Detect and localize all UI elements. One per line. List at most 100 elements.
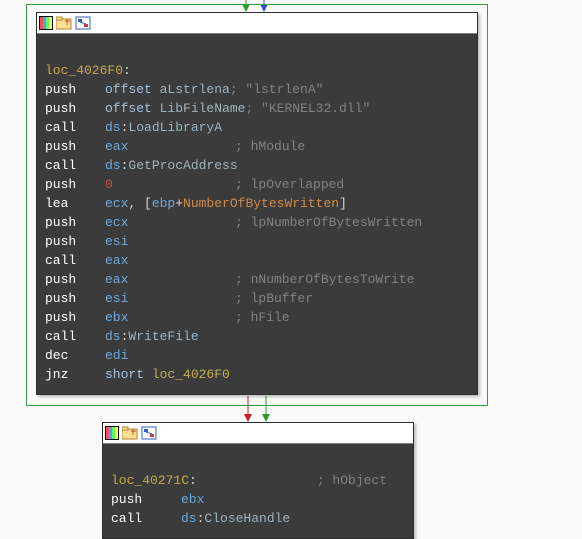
blank-line: [111, 452, 405, 471]
instruction-line: pushecx ; lpNumberOfBytesWritten: [45, 213, 469, 232]
comment: ; nNumberOfBytesToWrite: [235, 272, 414, 287]
blank-line: [45, 42, 469, 61]
mnemonic: call: [45, 156, 105, 175]
comment: ; "KERNEL32.dll": [245, 101, 370, 116]
instruction-line: pusheax ; nNumberOfBytesToWrite: [45, 270, 469, 289]
operand-token: WriteFile: [128, 329, 198, 344]
operand-token: offset: [105, 82, 160, 97]
mnemonic: call: [45, 118, 105, 137]
operands: ds:CloseHandle: [181, 509, 290, 528]
operand-token: eax: [105, 272, 128, 287]
operand-token: ds: [105, 329, 121, 344]
instruction-line: pushebx ; hFile: [45, 308, 469, 327]
mnemonic: push: [45, 137, 105, 156]
disassembly-body: loc_4026F0:pushoffset aLstrlena; "lstrle…: [37, 34, 477, 394]
graph-canvas[interactable]: loc_4026F0:pushoffset aLstrlena; "lstrle…: [0, 0, 582, 522]
operand-token: ebx: [105, 310, 128, 325]
operands: ebx: [105, 308, 235, 327]
comment: ; lpBuffer: [235, 291, 313, 306]
mnemonic: jnz: [45, 365, 105, 384]
operands: offset LibFileName: [105, 99, 245, 118]
operands: esi: [105, 289, 235, 308]
operand-token: short: [105, 367, 152, 382]
mnemonic: push: [45, 175, 105, 194]
mnemonic: dec: [45, 346, 105, 365]
mnemonic: push: [45, 99, 105, 118]
folder-icon[interactable]: [122, 426, 138, 440]
operand-token: ebx: [181, 492, 204, 507]
palette-icon[interactable]: [105, 426, 119, 440]
operand-token: CloseHandle: [204, 511, 290, 526]
operand-token: NumberOfBytesWritten: [183, 196, 339, 211]
instruction-line: leaecx, [ebp+NumberOfBytesWritten]: [45, 194, 469, 213]
operands: ecx, [ebp+NumberOfBytesWritten]: [105, 194, 347, 213]
location-label: loc_4026F0: [45, 63, 123, 78]
comment: ; lpNumberOfBytesWritten: [235, 215, 422, 230]
instruction-line: callds:CloseHandle: [111, 509, 405, 528]
operand-token: aLstrlena: [160, 82, 230, 97]
operand-token: offset: [105, 101, 160, 116]
operands: edi: [105, 346, 128, 365]
operand-token: ebp: [152, 196, 175, 211]
location-label-line: loc_4026F0:: [45, 61, 469, 80]
instruction-line: push0; lpOverlapped: [45, 175, 469, 194]
instruction-line: decedi: [45, 346, 469, 365]
operands: ds:WriteFile: [105, 327, 199, 346]
operand-token: ecx: [105, 215, 128, 230]
node-titlebar: [103, 423, 413, 444]
folder-icon[interactable]: [56, 16, 72, 30]
mnemonic: call: [111, 509, 181, 528]
graph-icon[interactable]: [75, 16, 91, 30]
colon: :: [123, 63, 131, 78]
operand-token: , [: [128, 196, 151, 211]
mnemonic: push: [45, 270, 105, 289]
mnemonic: push: [45, 308, 105, 327]
comment: ; "lstrlenA": [230, 82, 324, 97]
operand-token: LoadLibraryA: [128, 120, 222, 135]
operands: 0: [105, 175, 235, 194]
operands: eax: [105, 270, 235, 289]
operand-token: eax: [105, 253, 128, 268]
instruction-line: calleax: [45, 251, 469, 270]
disassembly-body: loc_40271C:; hObjectpushebxcallds:CloseH…: [103, 444, 413, 538]
palette-icon[interactable]: [39, 16, 53, 30]
instruction-line: callds:WriteFile: [45, 327, 469, 346]
operand-token: ds: [105, 158, 121, 173]
graph-icon[interactable]: [141, 426, 157, 440]
mnemonic: push: [45, 213, 105, 232]
mnemonic: push: [111, 490, 181, 509]
instruction-line: callds:LoadLibraryA: [45, 118, 469, 137]
operands: offset aLstrlena: [105, 80, 230, 99]
location-label: loc_40271C: [111, 473, 189, 488]
colon: :: [189, 473, 197, 488]
operands: ecx: [105, 213, 235, 232]
operands: ds:GetProcAddress: [105, 156, 238, 175]
instruction-line: pushesi: [45, 232, 469, 251]
instruction-line: callds:GetProcAddress: [45, 156, 469, 175]
mnemonic: lea: [45, 194, 105, 213]
instruction-line: pushesi; lpBuffer: [45, 289, 469, 308]
comment: ; lpOverlapped: [235, 177, 344, 192]
basic-block-loc-40271c[interactable]: loc_40271C:; hObjectpushebxcallds:CloseH…: [102, 422, 414, 539]
location-label-line: loc_40271C: ; hObject: [111, 471, 405, 490]
comment: ; hModule: [235, 139, 305, 154]
instruction-line: pushoffset LibFileName; "KERNEL32.dll": [45, 99, 469, 118]
node-titlebar: [37, 13, 477, 34]
instruction-line: pusheax ; hModule: [45, 137, 469, 156]
mnemonic: push: [45, 232, 105, 251]
comment: ; hObject: [317, 473, 387, 488]
mnemonic: call: [45, 327, 105, 346]
operand-token: eax: [105, 139, 128, 154]
operands: ds:LoadLibraryA: [105, 118, 222, 137]
instruction-line: pushebx: [111, 490, 405, 509]
mnemonic: call: [45, 251, 105, 270]
basic-block-loc-4026f0[interactable]: loc_4026F0:pushoffset aLstrlena; "lstrle…: [36, 12, 478, 395]
comment: ; hFile: [235, 310, 290, 325]
operand-token: loc_4026F0: [152, 367, 230, 382]
instruction-line: jnzshort loc_4026F0: [45, 365, 469, 384]
operand-token: esi: [105, 234, 128, 249]
operand-token: GetProcAddress: [128, 158, 237, 173]
operand-token: ds: [181, 511, 197, 526]
operands: ebx: [181, 490, 204, 509]
operand-token: ecx: [105, 196, 128, 211]
